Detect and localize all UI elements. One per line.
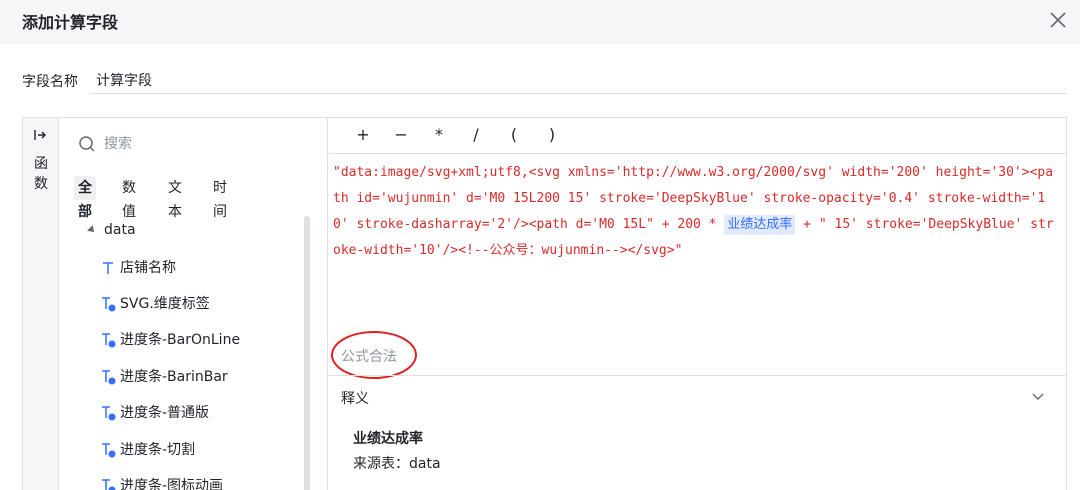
search-icon [79, 136, 95, 152]
calc-text-field-icon [102, 479, 116, 490]
left-paren-button[interactable]: ( [504, 125, 524, 144]
formula-field-chip[interactable]: 业绩达成率 [724, 215, 796, 235]
formula-panel: 函数 全部 数值 文本 时间 data 店铺名称 SVG [22, 117, 1067, 490]
tree-item-label: 进度条-图标动画 [120, 478, 224, 490]
close-icon[interactable] [1046, 8, 1070, 32]
tree-root-data[interactable]: data [87, 222, 136, 238]
tree-item-label: 进度条-BarOnLine [120, 332, 241, 348]
tree-item-label: SVG.维度标签 [120, 296, 210, 312]
formula-text-area[interactable]: "data:image/svg+xml;utf8,<svg xmlns='htt… [333, 160, 1059, 264]
dialog-title: 添加计算字段 [22, 13, 119, 32]
calc-text-field-icon [102, 406, 116, 421]
operator-toolbar: + − * / ( ) [329, 118, 1067, 154]
explanation-title: 释义 [341, 391, 369, 407]
function-rail-label: 函数 [34, 156, 48, 192]
formula-validity-status: 公式合法 [331, 331, 417, 379]
tab-time[interactable]: 时间 [209, 176, 231, 220]
formula-validity-text: 公式合法 [341, 349, 397, 365]
field-list-scrollbar[interactable] [304, 216, 310, 490]
tab-text[interactable]: 文本 [164, 176, 186, 220]
chevron-down-icon[interactable] [1031, 390, 1045, 404]
field-name-label: 字段名称 [22, 74, 78, 90]
expand-panel-icon[interactable] [33, 128, 47, 142]
explained-field-name: 业绩达成率 [353, 431, 423, 447]
tree-item-label: 进度条-切割 [120, 442, 196, 458]
explanation-section: 释义 业绩达成率 来源表：data [329, 375, 1067, 490]
calc-text-field-icon [102, 297, 116, 312]
tab-numeric[interactable]: 数值 [118, 176, 140, 220]
plus-operator-button[interactable]: + [353, 125, 373, 144]
calc-text-field-icon [102, 370, 116, 385]
divide-operator-button[interactable]: / [466, 125, 486, 144]
caret-down-icon [87, 225, 97, 235]
calc-text-field-icon [102, 333, 116, 348]
field-list-panel: 全部 数值 文本 时间 data 店铺名称 SVG.维度标签 [60, 118, 328, 490]
formula-editor: + − * / ( ) "data:image/svg+xml;utf8,<sv… [329, 118, 1067, 490]
tree-item-label: 进度条-普通版 [120, 405, 210, 421]
function-rail[interactable]: 函数 [23, 118, 59, 490]
tab-all[interactable]: 全部 [74, 176, 96, 220]
calc-text-field-icon [102, 443, 116, 458]
multiply-operator-button[interactable]: * [429, 125, 449, 144]
field-name-input[interactable] [90, 66, 1067, 94]
field-search-input[interactable] [104, 132, 304, 156]
tree-root-label: data [104, 222, 136, 238]
tree-item-label: 进度条-BarinBar [120, 369, 228, 385]
explained-field-source: 来源表：data [353, 456, 441, 472]
text-type-icon [103, 262, 113, 274]
dialog-header: 添加计算字段 [0, 0, 1080, 44]
right-paren-button[interactable]: ) [542, 125, 562, 144]
minus-operator-button[interactable]: − [391, 125, 411, 144]
tree-item-label: 店铺名称 [120, 260, 176, 276]
